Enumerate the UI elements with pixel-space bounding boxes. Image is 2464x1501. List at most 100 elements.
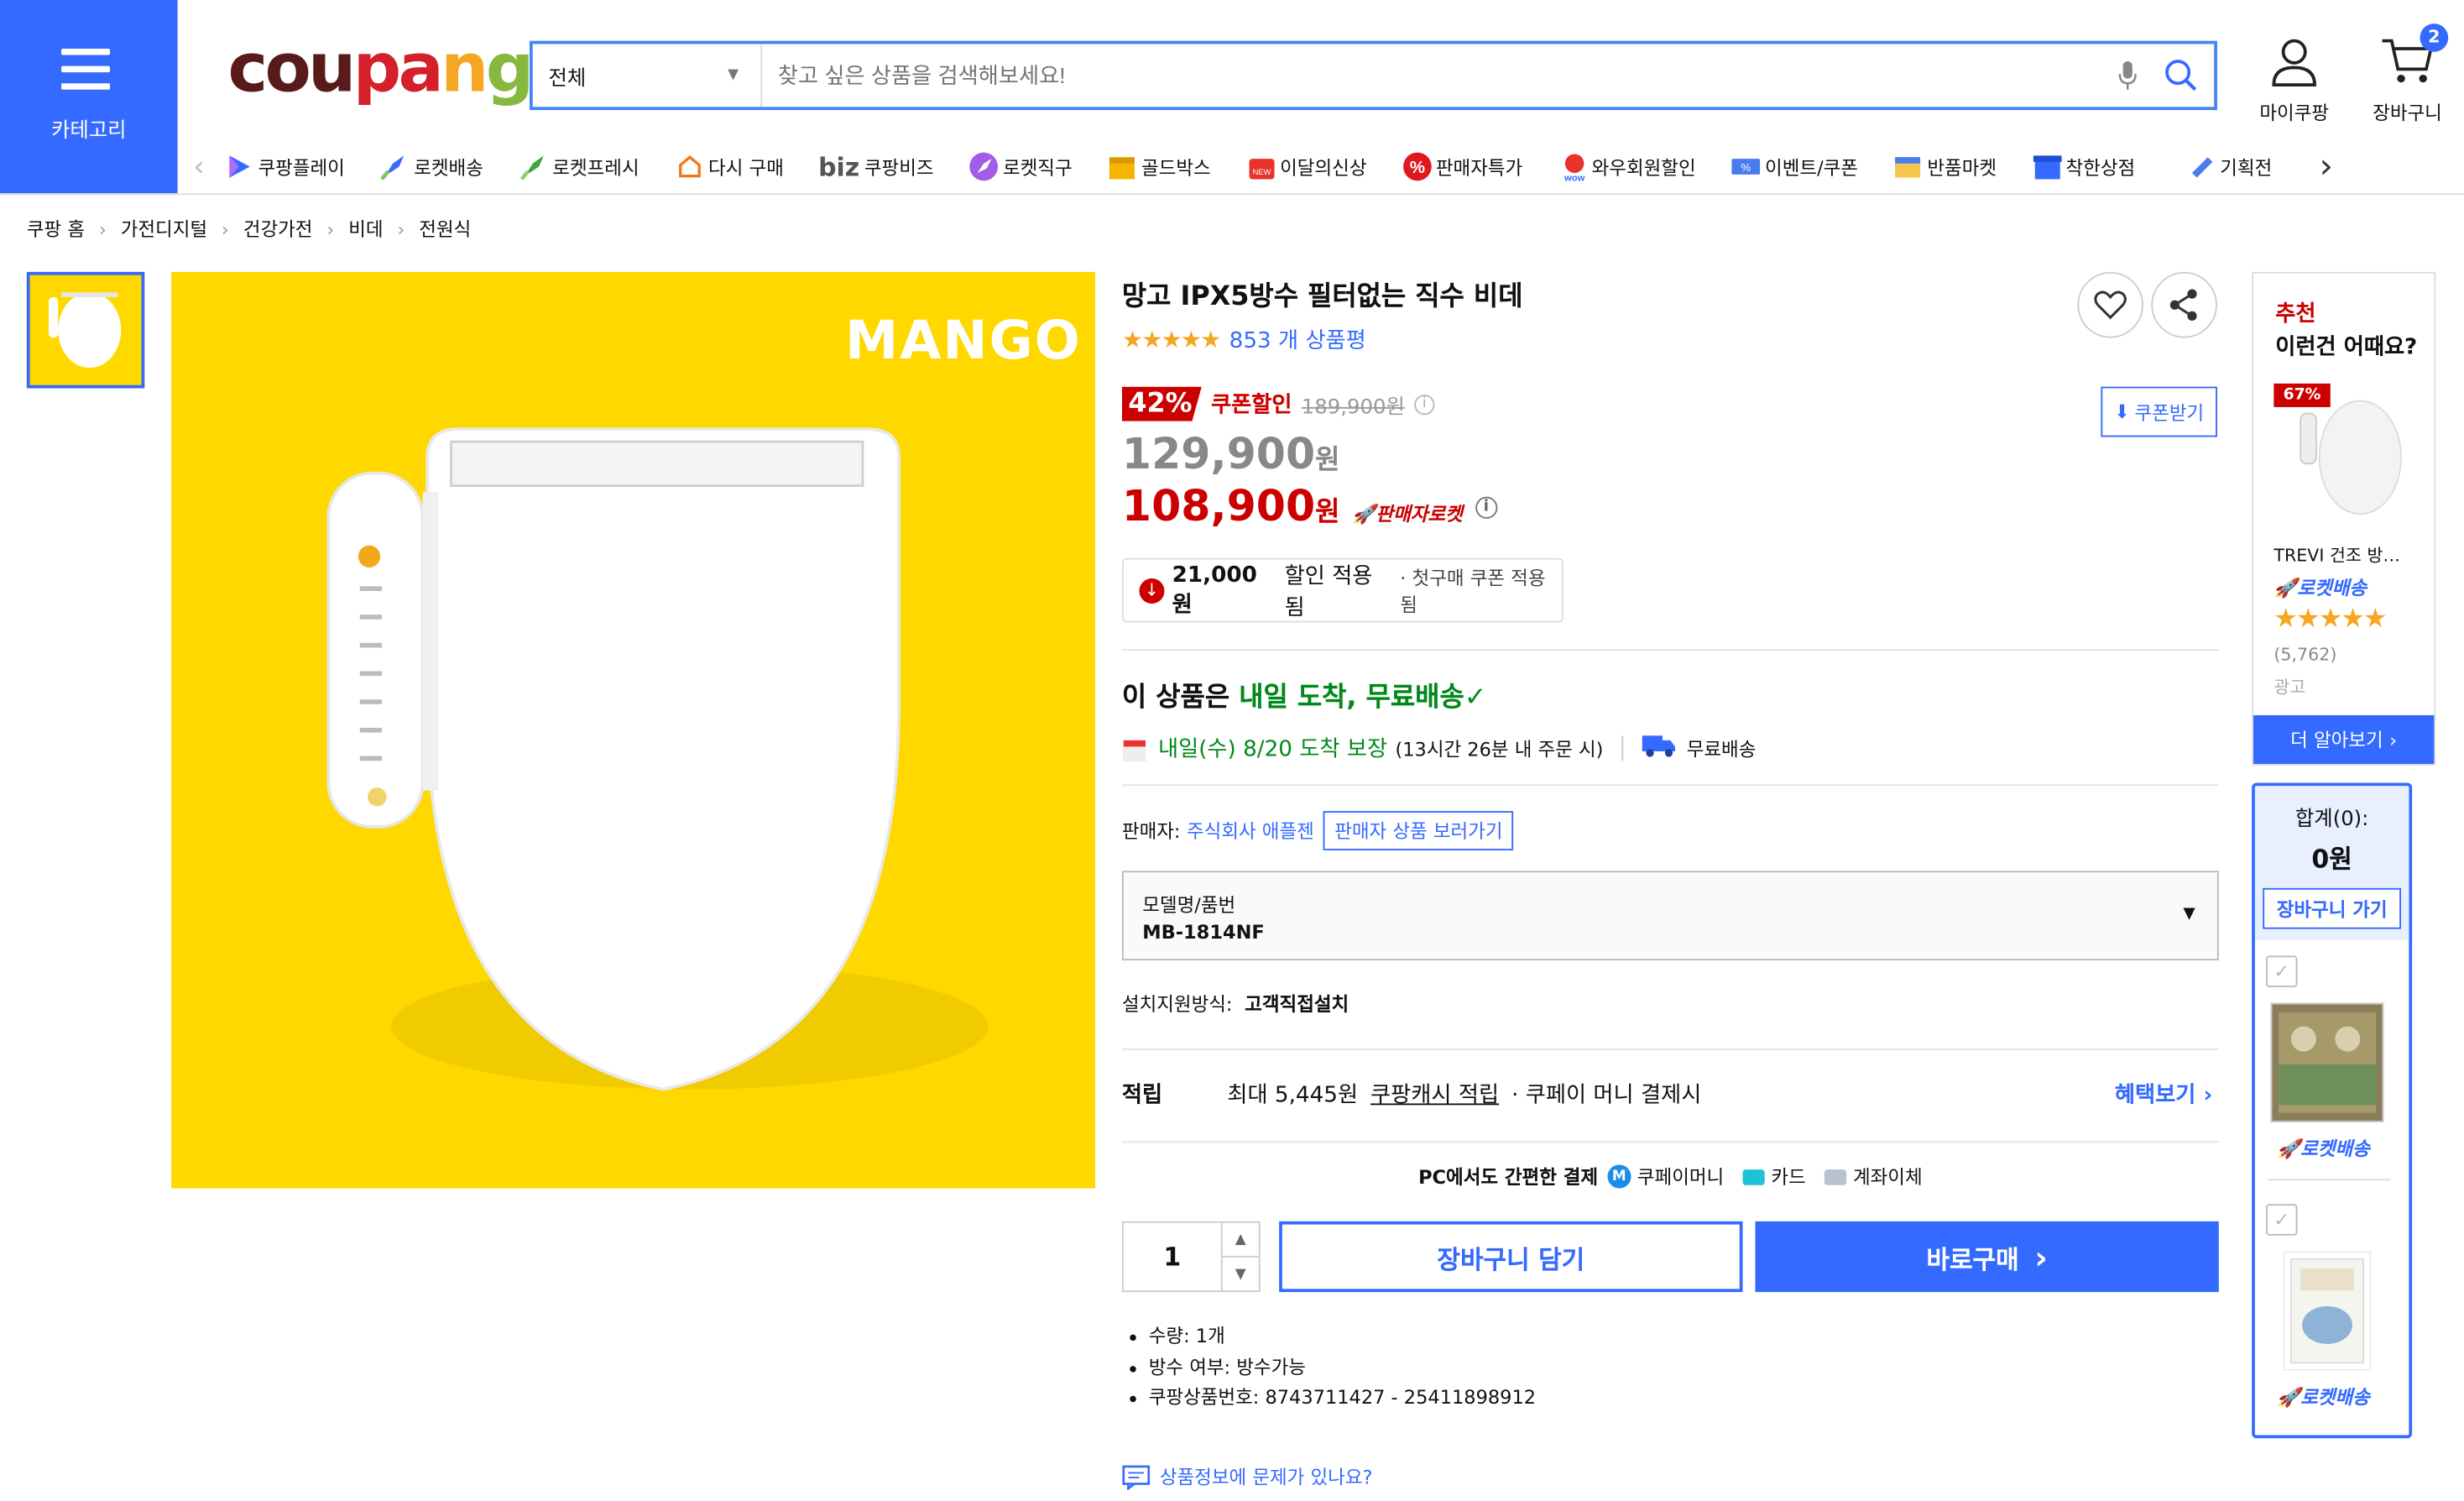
nav-item-label: 기획전	[2220, 156, 2273, 179]
nav-item[interactable]: NEW 이달의신상	[1245, 151, 1366, 182]
recommend-product-image[interactable]	[2291, 391, 2410, 520]
nav-next-arrow-icon[interactable]: ›	[2319, 147, 2333, 186]
category-label: 카테고리	[50, 119, 127, 144]
nav-item[interactable]: 로켓프레시	[518, 151, 639, 182]
recommend-title-red: 추천	[2275, 301, 2316, 327]
breadcrumb: 쿠팡 홈 › 가전디지털 › 건강가전 › 비데 › 전원식	[27, 216, 471, 243]
nav-item[interactable]: wow 와우회원할인	[1557, 151, 1696, 182]
card-icon	[1742, 1169, 1765, 1185]
option-select[interactable]: 모델명/품번 MB-1814NF ▼	[1121, 871, 2219, 961]
quantity-decrease-icon[interactable]: ▼	[1222, 1256, 1259, 1290]
info-icon[interactable]: i	[1414, 394, 1435, 415]
bank-icon	[1825, 1169, 1847, 1185]
cart-item-image[interactable]	[2283, 1251, 2372, 1371]
breadcrumb-item[interactable]: 전원식	[419, 216, 471, 243]
nav-item[interactable]: 로켓직구	[968, 151, 1073, 182]
product-main-image[interactable]: MANGO	[171, 271, 1096, 1189]
cart-summary-panel: 합계(0): 0원 장바구니 가기 ✓ 🚀 로켓배송 ✓ 🚀 로켓배송	[2252, 782, 2413, 1439]
svg-text:wow: wow	[1563, 173, 1585, 182]
mycoupang-link[interactable]: 마이쿠팡	[2247, 34, 2341, 126]
rocket-icon	[379, 151, 410, 182]
seller-name-link[interactable]: 주식회사 애플젠	[1187, 818, 1314, 845]
nav-item[interactable]: 착한상점	[2031, 151, 2135, 182]
breadcrumb-item[interactable]: 비데	[348, 216, 383, 243]
buy-now-button[interactable]: 바로구매 ›	[1755, 1221, 2219, 1293]
breadcrumb-item[interactable]: 쿠팡 홈	[27, 216, 85, 243]
nav-item[interactable]: 기획전	[2185, 151, 2272, 182]
nav-prev-arrow-icon[interactable]: ‹	[193, 150, 204, 183]
get-coupon-button[interactable]: ⬇ 쿠폰받기	[2101, 386, 2217, 437]
seller-label: 판매자:	[1121, 820, 1181, 843]
pay-money: 쿠페이머니	[1637, 1166, 1725, 1189]
applied-amount: 21,000원	[1172, 562, 1257, 617]
cart-item-rocket-label: 로켓배송	[2300, 1386, 2370, 1409]
svg-text:%: %	[1741, 161, 1751, 174]
recommend-discount-badge: 67%	[2273, 383, 2331, 407]
rocket-fresh-icon	[518, 151, 549, 182]
benefit-link[interactable]: 혜택보기 ›	[2115, 1078, 2212, 1109]
logo-part-1: cou	[227, 29, 356, 109]
quantity-increase-icon[interactable]: ▲	[1223, 1223, 1259, 1256]
category-menu-button[interactable]: 카테고리	[0, 0, 178, 194]
good-store-icon	[2031, 151, 2062, 182]
pay-title: PC에서도 간편한 결제	[1418, 1166, 1599, 1189]
product-thumbnail[interactable]	[26, 271, 145, 389]
recommend-title: 이런건 어때요?	[2275, 334, 2418, 360]
nav-item-label: 로켓배송	[414, 156, 483, 179]
svg-text:%: %	[1409, 158, 1424, 177]
discount-row: 42% 쿠폰할인 189,900원 i	[1121, 386, 1435, 421]
breadcrumb-item[interactable]: 가전디지털	[121, 216, 207, 243]
cart-item-image[interactable]	[2270, 1002, 2384, 1122]
recommend-item-name[interactable]: TREVI 건조 방…	[2273, 542, 2400, 567]
nav-item[interactable]: % 이벤트/쿠폰	[1731, 151, 1858, 182]
chevron-right-icon: ›	[397, 217, 405, 240]
mycoupang-label: 마이쿠팡	[2259, 102, 2330, 124]
nav-item[interactable]: 로켓배송	[379, 151, 483, 182]
nav-item[interactable]: biz 쿠팡비즈	[818, 152, 933, 182]
option-value: MB-1814NF	[1142, 921, 1265, 944]
share-button[interactable]	[2151, 271, 2217, 338]
pay-card: 카드	[1771, 1166, 1806, 1189]
seller-products-link[interactable]: 판매자 상품 보러가기	[1323, 811, 1514, 850]
search-icon[interactable]	[2161, 55, 2202, 97]
product-title: 망고 IPX5방수 필터없는 직수 비데	[1121, 281, 1523, 313]
reward-link[interactable]: 쿠팡캐시 적립	[1370, 1078, 1499, 1109]
search-input[interactable]	[762, 62, 2107, 88]
nav-item[interactable]: % 판매자특가	[1402, 151, 1522, 182]
breadcrumb-item[interactable]: 건강가전	[243, 216, 313, 243]
free-shipping-label: 무료배송	[1686, 738, 1757, 761]
item-checkbox[interactable]: ✓	[2266, 955, 2298, 987]
nav-item[interactable]: 다시 구매	[674, 151, 784, 182]
recommend-rocket-badge: 🚀 로켓배송	[2273, 573, 2367, 600]
install-info: 설치지원방식: 고객직접설치	[1122, 991, 1349, 1017]
heart-icon	[2094, 290, 2127, 320]
info-icon[interactable]: i	[1475, 495, 1497, 518]
nav-item[interactable]: 반품마켓	[1892, 151, 1997, 182]
quantity-value[interactable]: 1	[1124, 1223, 1221, 1291]
currency-unit: 원	[1315, 444, 1340, 477]
rating-stars-icon: ★★★★★	[2273, 604, 2387, 635]
favorite-button[interactable]	[2077, 271, 2143, 338]
cart-count-badge: 2	[2420, 24, 2449, 52]
delivery-headline: 이 상품은 내일 도착, 무료배송✓	[1122, 674, 1487, 714]
coupang-logo[interactable]: coupang	[227, 34, 534, 103]
go-to-cart-button[interactable]: 장바구니 가기	[2263, 887, 2402, 929]
nav-item[interactable]: 골드박스	[1107, 151, 1211, 182]
recommend-panel: 추천 이런건 어때요? 67% TREVI 건조 방… 🚀 로켓배송 ★★★★★ …	[2252, 271, 2436, 766]
original-price: 189,900원	[1301, 395, 1405, 419]
nav-item[interactable]: 쿠팡플레이	[223, 151, 345, 182]
mic-icon[interactable]	[2107, 55, 2148, 97]
report-issue-link[interactable]: 상품정보에 문제가 있나요?	[1122, 1463, 1372, 1490]
product-rating[interactable]: ★★★★★ 853 개 상품평	[1122, 324, 1366, 355]
learn-more-button[interactable]: 더 알아보기 ›	[2253, 714, 2435, 764]
spec-item: 쿠팡상품번호: 8743711427 - 25411898912	[1127, 1383, 1536, 1415]
item-checkbox[interactable]: ✓	[2266, 1204, 2298, 1236]
sale-price: 129,900원	[1122, 431, 1340, 479]
review-count[interactable]: 853 개 상품평	[1229, 324, 1366, 355]
divider	[2267, 1179, 2390, 1181]
add-to-cart-button[interactable]: 장바구니 담기	[1279, 1221, 1743, 1293]
nav-item-label: 반품마켓	[1927, 156, 1997, 179]
rocket-icon: 🚀	[2277, 1385, 2301, 1408]
search-category-select[interactable]: 전체 ▼	[533, 44, 763, 107]
coupon-icon: %	[1731, 151, 1762, 182]
